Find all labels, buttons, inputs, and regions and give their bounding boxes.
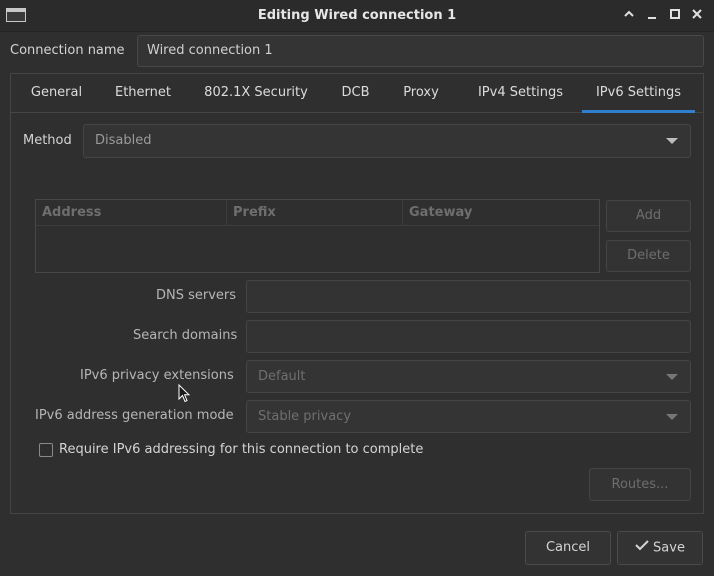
routes-button[interactable]: Routes... — [589, 468, 691, 501]
require-ipv6-checkbox[interactable] — [39, 443, 53, 457]
privacy-extensions-dropdown[interactable]: Default — [246, 360, 691, 393]
tab-8021x-security[interactable]: 802.1X Security — [184, 74, 328, 112]
tab-proxy[interactable]: Proxy — [383, 74, 459, 112]
tab-general[interactable]: General — [11, 74, 102, 112]
dns-servers-label: DNS servers — [156, 288, 237, 303]
require-ipv6-label[interactable]: Require IPv6 addressing for this connect… — [59, 442, 423, 457]
save-button[interactable]: Save — [617, 531, 703, 565]
save-label: Save — [653, 540, 685, 556]
close-icon[interactable] — [688, 6, 706, 24]
address-generation-mode-dropdown[interactable]: Stable privacy — [246, 400, 691, 433]
address-generation-mode-label: IPv6 address generation mode — [35, 408, 234, 423]
cancel-button[interactable]: Cancel — [525, 531, 611, 565]
privacy-extensions-value: Default — [258, 369, 306, 384]
chevron-down-icon — [666, 138, 678, 144]
dns-servers-input[interactable] — [246, 280, 691, 313]
column-header-prefix: Prefix — [226, 200, 402, 226]
column-header-address: Address — [36, 200, 226, 226]
delete-button[interactable]: Delete — [606, 240, 691, 272]
column-header-gateway: Gateway — [402, 200, 599, 226]
method-value: Disabled — [95, 133, 152, 148]
tab-ipv6-settings[interactable]: IPv6 Settings — [582, 74, 695, 113]
chevron-up-icon[interactable] — [620, 6, 638, 24]
checkmark-icon — [635, 532, 649, 564]
maximize-icon[interactable] — [666, 6, 684, 24]
method-label: Method — [23, 133, 72, 148]
tab-bar: General Ethernet 802.1X Security DCB Pro… — [11, 74, 703, 113]
search-domains-input[interactable] — [246, 320, 691, 353]
tab-dcb[interactable]: DCB — [328, 74, 383, 112]
address-generation-mode-value: Stable privacy — [258, 409, 352, 424]
address-table: Address Prefix Gateway — [35, 199, 600, 273]
title-bar: Editing Wired connection 1 — [0, 0, 714, 32]
search-domains-label: Search domains — [133, 328, 238, 343]
tab-ethernet[interactable]: Ethernet — [102, 74, 184, 112]
mouse-cursor-icon — [178, 383, 191, 407]
chevron-down-icon — [666, 414, 678, 420]
window-title: Editing Wired connection 1 — [257, 8, 457, 23]
chevron-down-icon — [666, 374, 678, 380]
method-dropdown[interactable]: Disabled — [83, 124, 691, 158]
connection-name-input[interactable]: Wired connection 1 — [137, 35, 704, 67]
minimize-icon[interactable] — [643, 6, 661, 24]
add-button[interactable]: Add — [606, 200, 691, 232]
connection-name-label: Connection name — [10, 43, 125, 58]
privacy-extensions-label: IPv6 privacy extensions — [80, 368, 234, 383]
tab-ipv4-settings[interactable]: IPv4 Settings — [459, 74, 582, 112]
